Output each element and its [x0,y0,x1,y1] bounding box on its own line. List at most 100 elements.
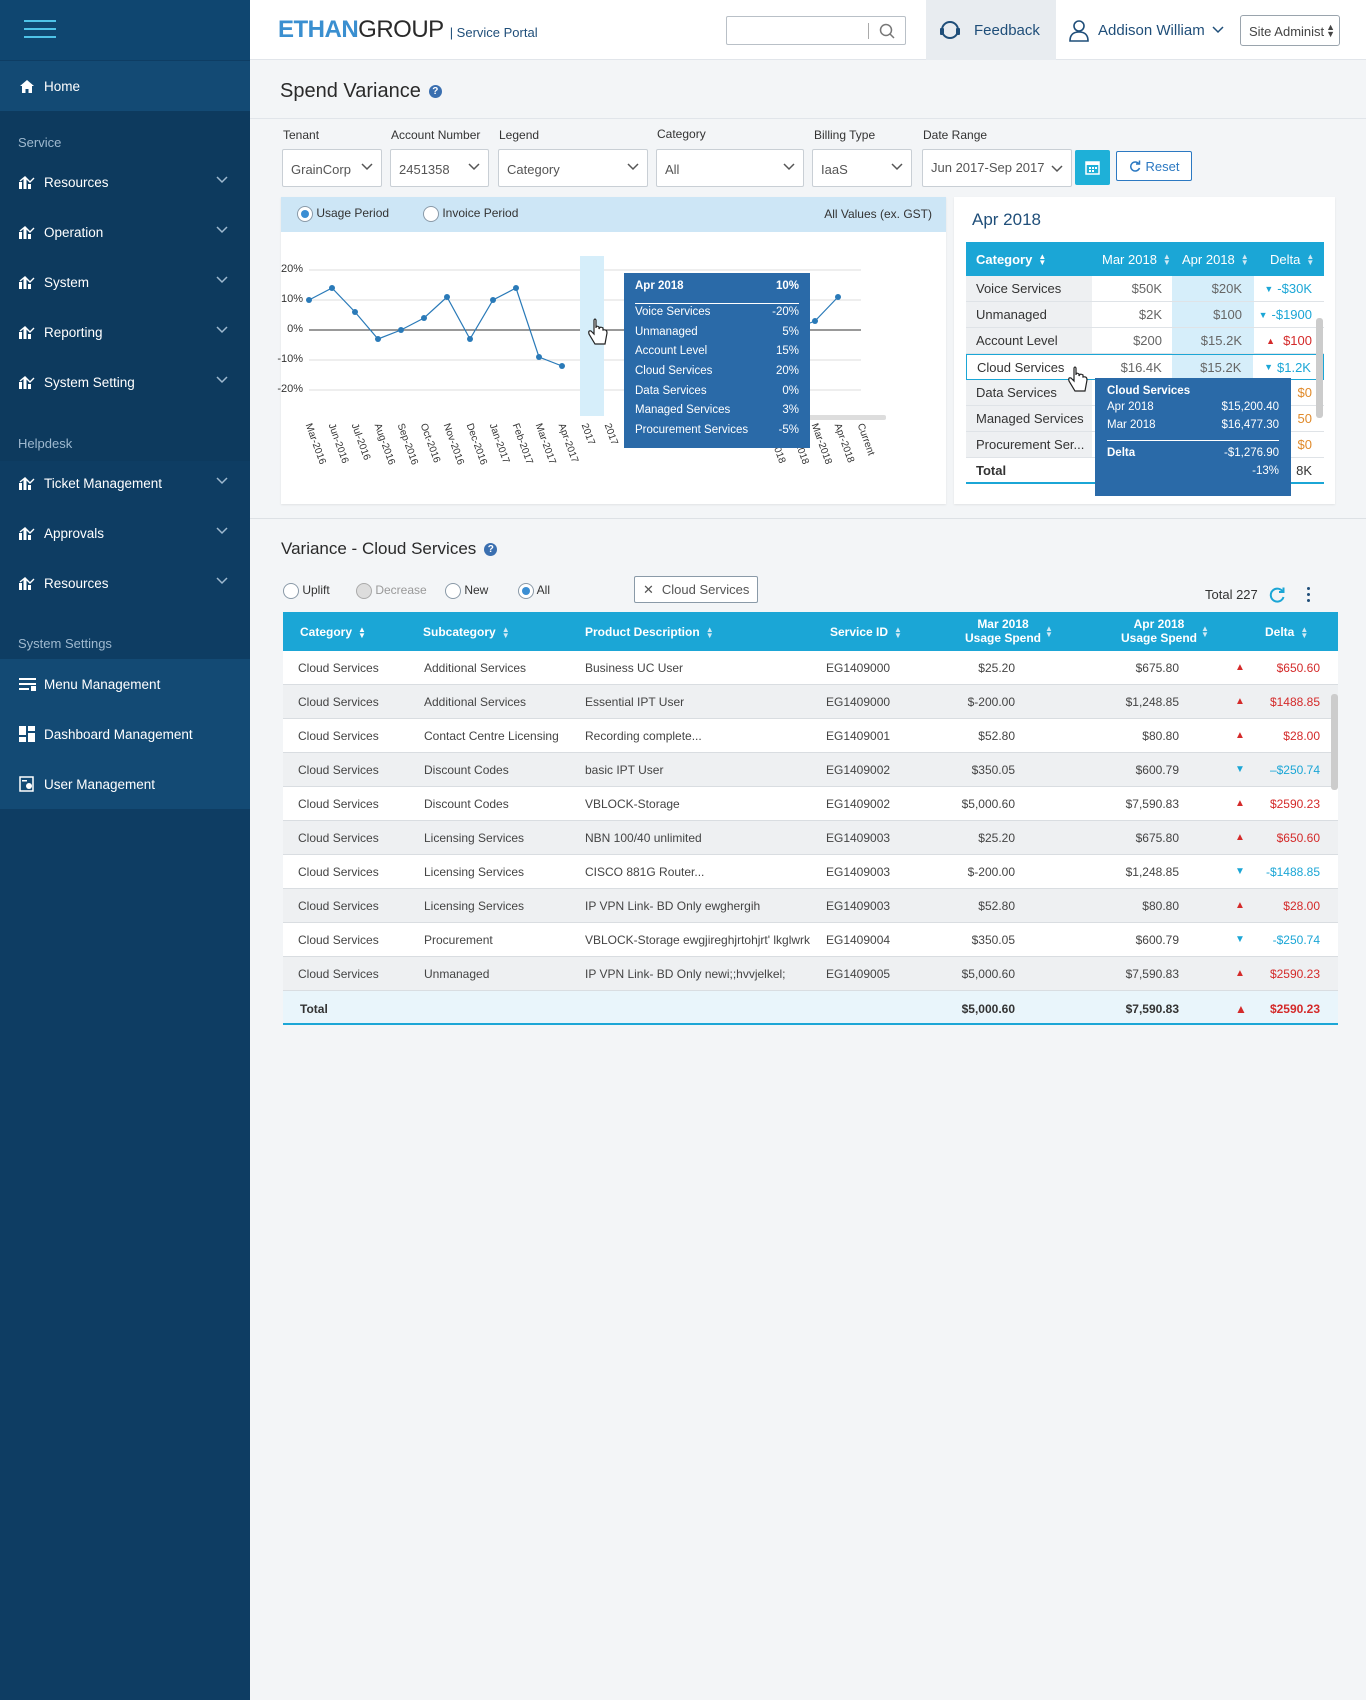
table-row[interactable]: Cloud Services Unmanaged IP VPN Link- BD O… [283,957,1338,991]
filter-new[interactable]: New [445,583,488,599]
help-icon[interactable]: ? [428,85,442,99]
legend-label: Legend [499,128,540,142]
data-point[interactable] [352,309,358,315]
values-note: All Values (ex. GST) [824,207,932,221]
legend-select[interactable]: Category [498,149,648,187]
col-product[interactable]: Product Description ▲ ▼ [585,625,714,639]
col-subcategory[interactable]: Subcategory ▲ ▼ [423,625,510,639]
y-tick-label: -20% [277,383,303,395]
tenant-select[interactable]: GrainCorp [282,149,382,187]
billing-select[interactable]: IaaS [812,149,912,187]
col-service-id[interactable]: Service ID ▲ ▼ [830,625,902,639]
sidebar-item-label: System Setting [44,374,135,390]
data-point[interactable] [536,354,542,360]
data-point[interactable] [835,294,841,300]
sidebar-item-approvals[interactable]: Approvals [0,508,250,558]
table-row[interactable]: Cloud Services Licensing Services IP VPN L… [283,889,1338,923]
category-filter-chip[interactable]: ✕ Cloud Services [634,576,758,603]
tooltip-row: Account Level 15% [635,345,799,358]
radio-icon [445,583,461,599]
table-row[interactable]: Cloud Services Additional Services Essenti… [283,685,1338,719]
table-row[interactable]: Cloud Services Contact Centre Licensing Re… [283,719,1338,753]
sidebar-item-label: Operation [44,224,104,240]
feedback-button[interactable]: Feedback [926,0,1056,60]
sidebar-item-menu-management[interactable]: Menu Management [0,659,250,709]
table-row[interactable]: Cloud Services Procurement VBLOCK-Storage … [283,923,1338,957]
filter-uplift[interactable]: Uplift [283,583,330,599]
usage-period-radio[interactable]: Usage Period [297,206,389,222]
col-category[interactable]: Category ▲ ▼ [300,625,366,639]
data-point[interactable] [329,285,335,291]
filter-decrease[interactable]: Decrease [356,583,427,599]
table-row[interactable]: Cloud Services Discount Codes basic IPT Us… [283,753,1338,787]
search-input[interactable] [726,16,906,45]
help-icon[interactable]: ? [484,543,498,557]
col-mar[interactable]: Mar 2018 ▲ ▼ [1092,252,1172,267]
more-options-icon[interactable] [1307,587,1311,602]
summary-row[interactable]: Voice Services $50K $20K ▼ -$30K [966,276,1324,302]
data-point[interactable] [375,336,381,342]
col-mar-spend[interactable]: Mar 2018 Usage Spend [963,617,1043,645]
summary-row[interactable]: Unmanaged $2K $100 ▼ -$1900 [966,302,1324,328]
invoice-period-radio[interactable]: Invoice Period [423,206,518,222]
data-point[interactable] [306,297,312,303]
sidebar-item-resources[interactable]: Resources [0,558,250,608]
data-point[interactable] [513,285,519,291]
col-category[interactable]: Category ▲ ▼ [966,252,1092,267]
date-range-select[interactable]: Jun 2017-Sep 2017 [922,149,1072,187]
sidebar-item-system[interactable]: System [0,257,250,307]
account-select[interactable]: 2451358 [390,149,489,187]
table-scrollbar[interactable] [1331,694,1338,790]
home-icon [18,78,36,94]
user-menu[interactable]: Addison William [1068,0,1233,60]
tooltip-row: Data Services 0% [635,384,799,397]
sidebar-item-user-management[interactable]: User Management [0,759,250,809]
table-row[interactable]: Cloud Services Discount Codes VBLOCK-Stora… [283,787,1338,821]
brand-logo[interactable]: ETHANGROUP | Service Portal [278,16,538,44]
col-delta[interactable]: Delta ▲ ▼ [1265,625,1308,639]
data-point[interactable] [559,363,565,369]
date-range-label: Date Range [923,128,988,142]
data-point[interactable] [490,297,496,303]
refresh-icon[interactable] [1268,586,1286,604]
summary-tooltip-title: Cloud Services [1107,385,1191,397]
tooltip-row: Voice Services -20% [635,306,799,318]
data-point[interactable] [398,327,404,333]
close-icon[interactable]: ✕ [643,582,654,598]
up-arrow-icon: ▲ [1235,798,1245,809]
table-row[interactable]: Cloud Services Additional Services Busines… [283,651,1338,685]
y-tick-label: -10% [277,353,303,365]
summary-row[interactable]: Account Level $200 $15.2K ▲ $100 [966,328,1324,354]
filter-all[interactable]: All [518,583,550,599]
category-select[interactable]: All [656,149,804,187]
usage-period-label: Usage Period [316,206,390,221]
table-row[interactable]: Cloud Services Licensing Services NBN 100/… [283,821,1338,855]
search-icon[interactable] [879,23,895,39]
sidebar-item-ticket-management[interactable]: Ticket Management [0,458,250,508]
sidebar-item-reporting[interactable]: Reporting [0,307,250,357]
calendar-button[interactable] [1075,150,1110,185]
col-apr[interactable]: Apr 2018 ▲ ▼ [1172,252,1254,267]
summary-scrollbar[interactable] [1316,318,1323,418]
col-apr-spend[interactable]: Apr 2018 Usage Spend [1119,617,1199,645]
table-row[interactable]: Cloud Services Licensing Services CISCO 88… [283,855,1338,889]
col-delta[interactable]: Delta ▲ ▼ [1254,252,1324,267]
sidebar-item-dashboard-management[interactable]: Dashboard Management [0,709,250,759]
summary-row[interactable]: Cloud Services $16.4K $15.2K ▼ $1.2K [966,354,1324,380]
sidebar-item-home[interactable]: Home [0,61,250,111]
chevron-down-icon [216,176,228,184]
data-point[interactable] [444,294,450,300]
sidebar-item-system-setting[interactable]: System Setting [0,357,250,407]
data-point[interactable] [421,315,427,321]
chart-icon [18,274,36,290]
reset-label: Reset [1145,158,1180,174]
role-select[interactable]: Site Administ ▲ ▼ [1240,15,1340,46]
sidebar-item-resources[interactable]: Resources [0,157,250,207]
data-point[interactable] [812,318,818,324]
reset-button[interactable]: Reset [1116,151,1192,181]
updown-arrow-icon: ▲ ▼ [1326,22,1335,39]
sidebar-item-operation[interactable]: Operation [0,207,250,257]
data-point[interactable] [467,336,473,342]
top-header: ETHANGROUP | Service Portal Feedback Addi… [250,0,1366,60]
hamburger-menu-icon[interactable] [24,20,56,40]
